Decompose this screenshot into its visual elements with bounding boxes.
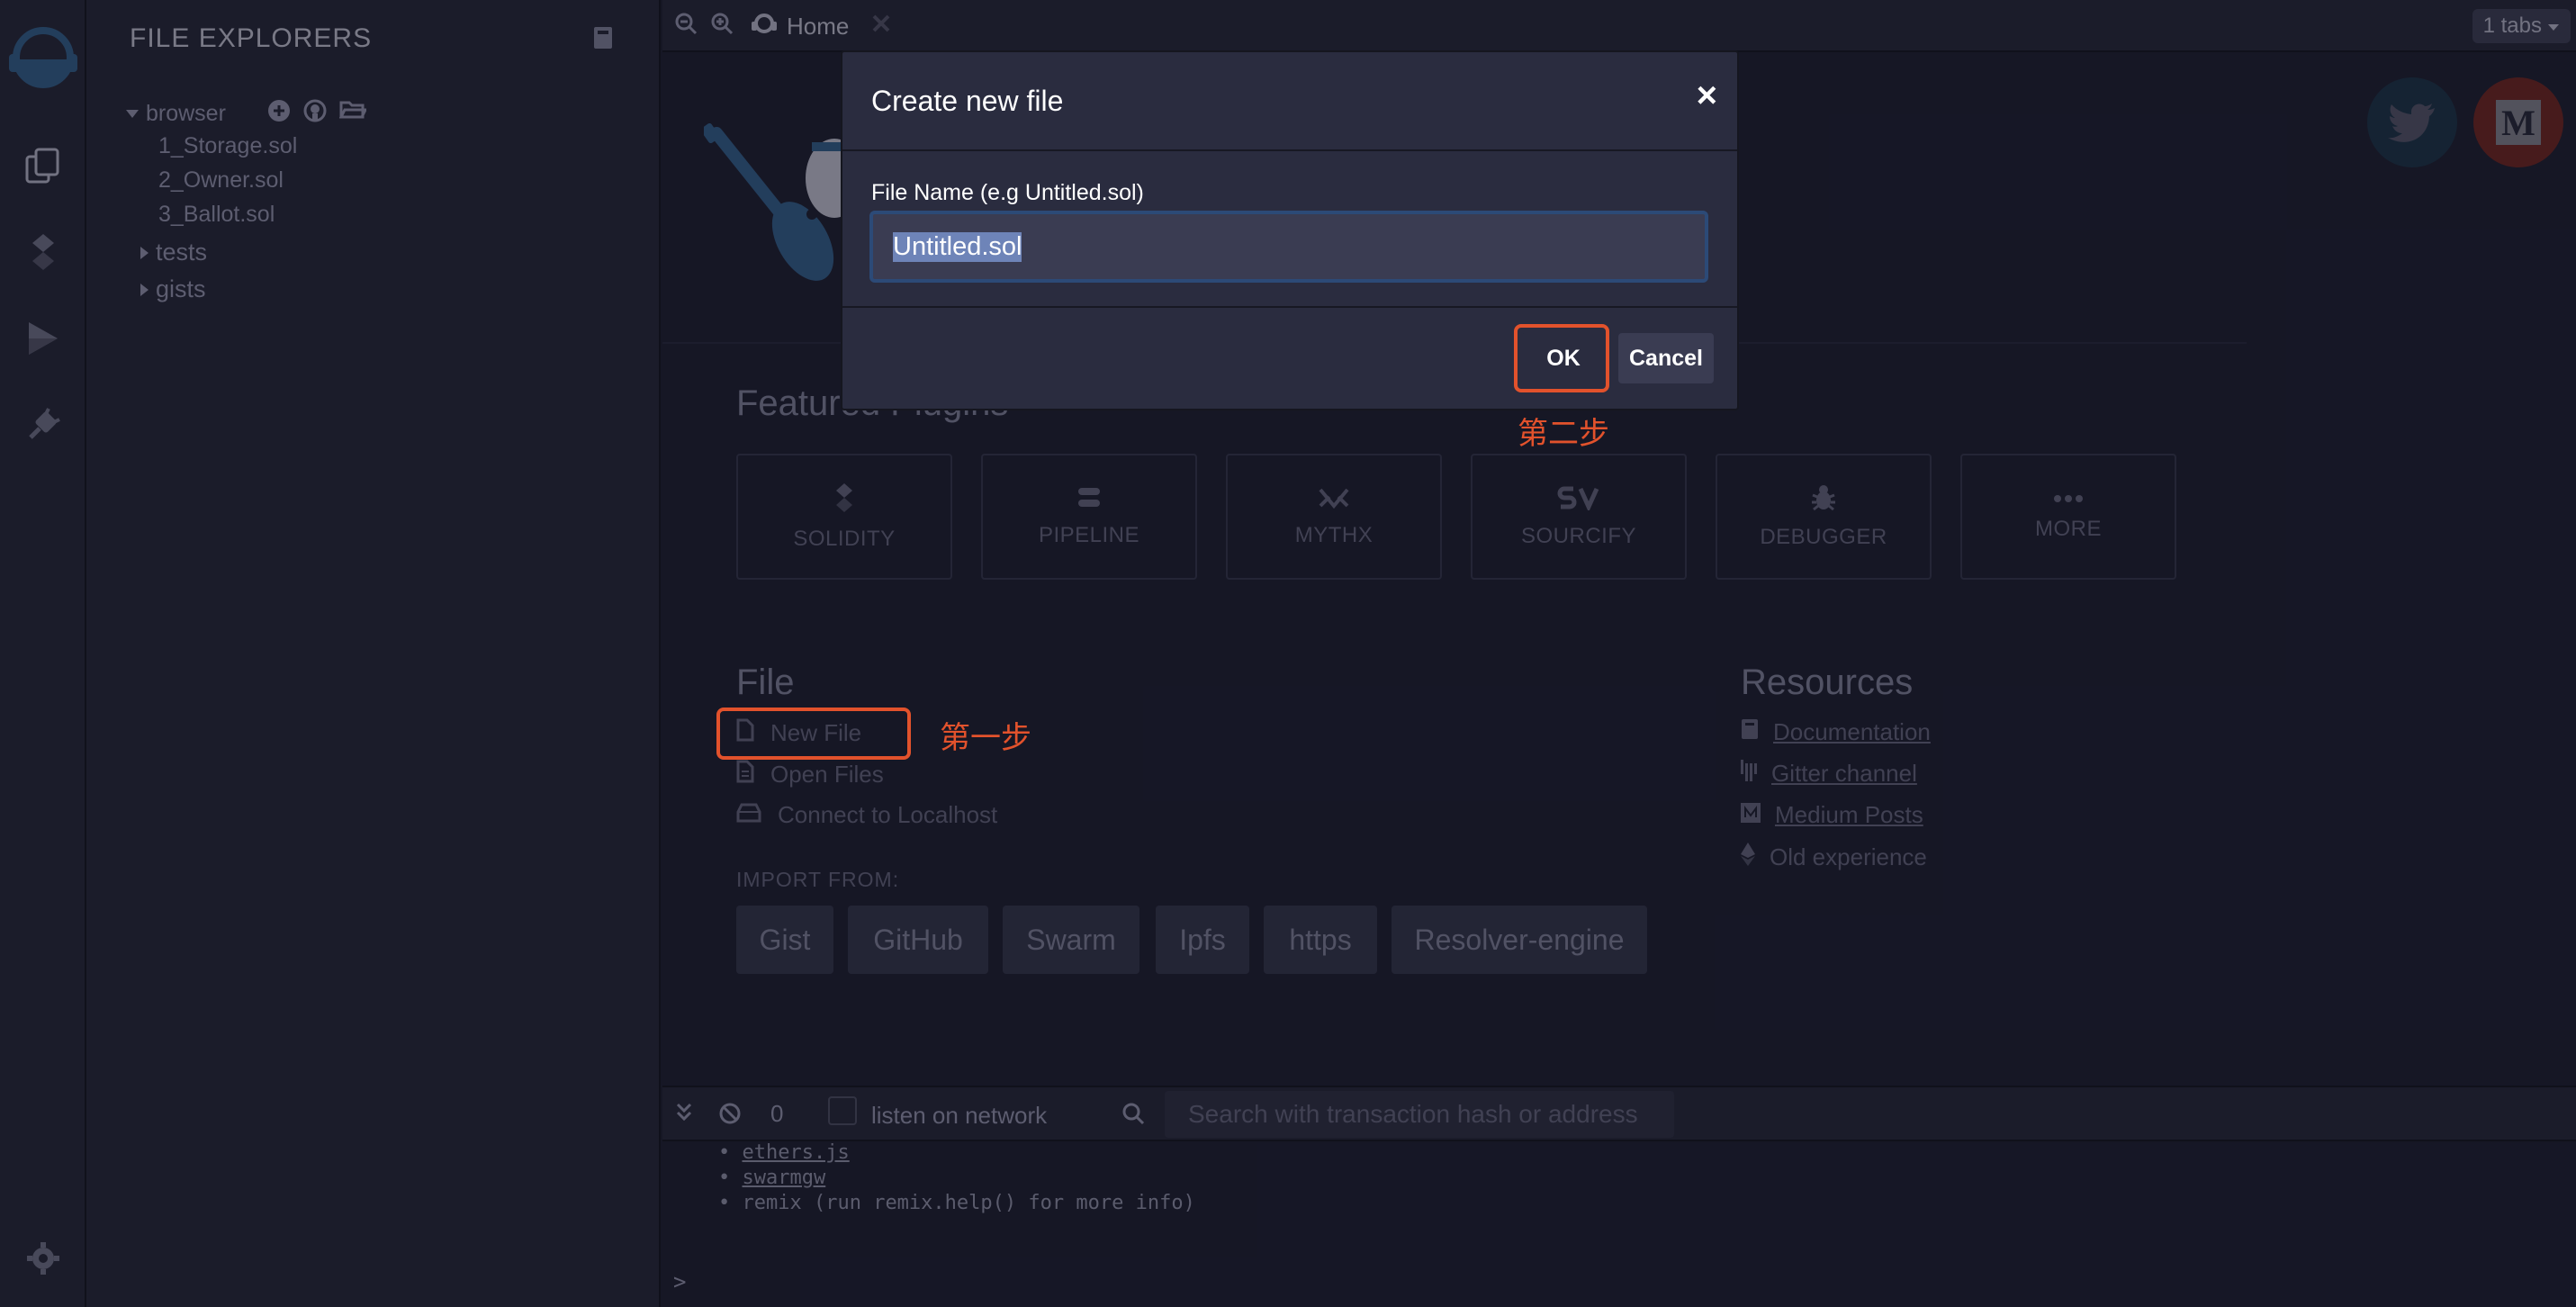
step2-annotation: 第二步 (1518, 416, 1609, 452)
filename-input[interactable] (869, 211, 1708, 283)
dialog-footer-divider (842, 306, 1737, 308)
filename-label: File Name (e.g Untitled.sol) (871, 180, 1144, 205)
cancel-button[interactable]: Cancel (1618, 333, 1714, 383)
dialog-header: Create new file × (842, 52, 1737, 151)
close-icon[interactable]: × (1697, 76, 1717, 116)
step1-highlight-box (716, 708, 911, 760)
step1-annotation: 第一步 (940, 720, 1031, 756)
dialog-title: Create new file (871, 85, 1064, 117)
step2-highlight-box (1514, 324, 1609, 392)
